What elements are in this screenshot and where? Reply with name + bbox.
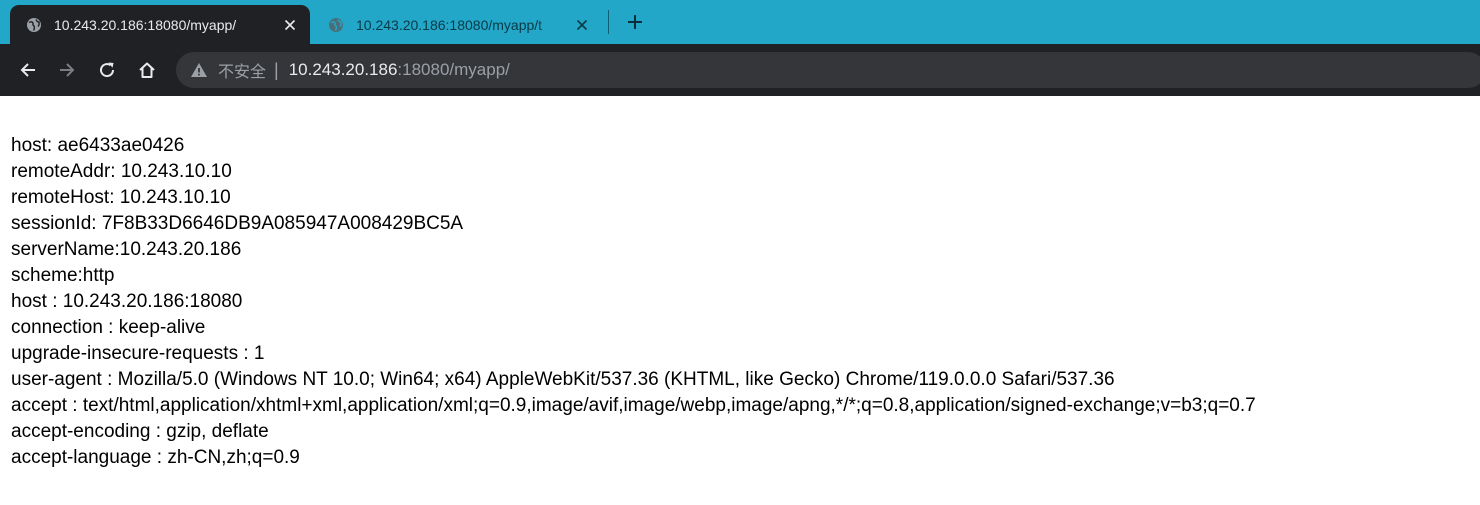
arrow-left-icon <box>20 63 35 77</box>
content-line: connection : keep-alive <box>11 317 206 338</box>
home-button[interactable] <box>131 54 163 86</box>
reload-button[interactable] <box>91 54 123 86</box>
content-line: host: ae6433ae0426 <box>11 135 185 156</box>
content-line: host : 10.243.20.186:18080 <box>11 291 243 312</box>
tab-myapp-second[interactable]: 10.243.20.186:18080/myapp/t <box>312 5 602 44</box>
content-line: serverName:10.243.20.186 <box>11 239 242 260</box>
page-content: host: ae6433ae0426 remoteAddr: 10.243.10.… <box>11 133 1471 471</box>
tab-title: 10.243.20.186:18080/myapp/t <box>356 16 543 33</box>
plus-icon <box>628 15 642 29</box>
close-icon <box>576 19 588 30</box>
home-icon <box>139 62 155 78</box>
url-host: 10.243.20.186 <box>288 60 398 79</box>
content-line: accept-language : zh-CN,zh;q=0.9 <box>11 447 300 468</box>
content-line: sessionId: 7F8B33D6646DB9A085947A008429B… <box>11 213 464 234</box>
browser-window: 10.243.20.186:18080/myapp/ 10.243.20.186… <box>0 0 1480 505</box>
tab-myapp[interactable]: 10.243.20.186:18080/myapp/ <box>10 5 310 44</box>
content-line: accept : text/html,application/xhtml+xml… <box>11 395 1256 416</box>
back-button[interactable] <box>12 54 44 86</box>
arrow-right-icon <box>60 63 75 77</box>
reload-icon <box>100 62 115 78</box>
omnibox-separator: | <box>274 59 279 80</box>
content-line: upgrade-insecure-requests : 1 <box>11 343 265 364</box>
address-bar[interactable]: 不安全 | 10.243.20.186:18080/myapp/ <box>176 52 1480 88</box>
content-line: user-agent : Mozilla/5.0 (Windows NT 10.… <box>11 369 1115 390</box>
content-line: accept-encoding : gzip, deflate <box>11 421 269 442</box>
tab-strip: 10.243.20.186:18080/myapp/ 10.243.20.186… <box>0 0 1480 44</box>
content-line: scheme:http <box>11 265 115 286</box>
close-tab-button[interactable] <box>568 11 596 39</box>
warning-triangle-icon[interactable] <box>190 61 208 79</box>
url-path: :18080/myapp/ <box>397 60 510 79</box>
tab-title: 10.243.20.186:18080/myapp/ <box>54 16 237 33</box>
content-line: remoteAddr: 10.243.10.10 <box>11 161 232 182</box>
forward-button[interactable] <box>51 54 83 86</box>
close-icon <box>284 19 296 30</box>
close-tab-button[interactable] <box>276 11 304 39</box>
tab-separator <box>608 10 609 34</box>
globe-icon <box>329 17 343 32</box>
security-label[interactable]: 不安全 <box>218 58 266 82</box>
content-line: remoteHost: 10.243.10.10 <box>11 187 231 208</box>
new-tab-button[interactable] <box>620 8 650 36</box>
toolbar: 不安全 | 10.243.20.186:18080/myapp/ <box>0 44 1480 96</box>
globe-icon <box>27 17 41 32</box>
